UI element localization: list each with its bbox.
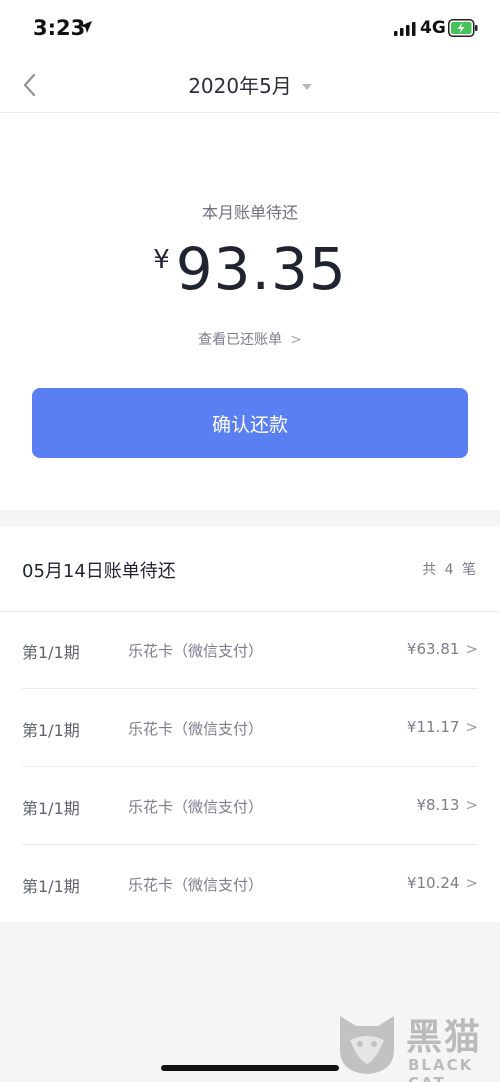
- bill-amount-value: ¥10.24: [406, 874, 460, 892]
- bill-amount-value: ¥63.81: [406, 640, 460, 658]
- view-paid-bills-label[interactable]: 查看已还账单: [198, 332, 282, 348]
- chevron-right-icon: >: [465, 874, 478, 892]
- bill-repayment-page: 3:23 4G 2020年5月 本月账单待还 ¥93.35 查看已还账单 > 确…: [0, 0, 500, 1082]
- bill-amount: ¥11.17 >: [407, 718, 478, 736]
- bill-amount: ¥63.81 >: [407, 640, 478, 658]
- bill-count: 共 4 笔: [422, 562, 478, 578]
- bill-description: 乐花卡（微信支付）: [128, 642, 264, 660]
- battery-charging-icon: [448, 19, 478, 37]
- currency-symbol: ¥: [153, 245, 170, 275]
- bill-list-header: 05月14日账单待还 共 4 笔: [0, 527, 500, 612]
- bill-period: 第1/1期: [22, 721, 80, 740]
- bill-description: 乐花卡（微信支付）: [128, 798, 264, 816]
- view-paid-bills-link[interactable]: 查看已还账单 >: [0, 329, 500, 349]
- bill-row[interactable]: 第1/1期 乐花卡（微信支付） ¥10.24 >: [0, 845, 500, 923]
- bill-period: 第1/1期: [22, 643, 80, 662]
- confirm-repayment-button[interactable]: 确认还款: [32, 388, 468, 458]
- monthly-summary-card: 本月账单待还 ¥93.35 查看已还账单 > 确认还款: [0, 113, 500, 510]
- nav-bar: 2020年5月: [0, 58, 500, 113]
- summary-label: 本月账单待还: [201, 203, 298, 222]
- bill-period: 第1/1期: [22, 877, 80, 896]
- bill-period: 第1/1期: [22, 799, 80, 818]
- bill-amount-value: ¥11.17: [406, 718, 460, 736]
- bill-description: 乐花卡（微信支付）: [128, 720, 264, 738]
- bill-row[interactable]: 第1/1期 乐花卡（微信支付） ¥8.13 >: [0, 767, 500, 845]
- chevron-right-icon: >: [465, 718, 478, 736]
- status-time: 3:23: [33, 16, 86, 40]
- watermark-en: BLACK CAT: [408, 1056, 474, 1082]
- chevron-right-icon: >: [465, 796, 478, 814]
- bill-amount-value: ¥8.13: [416, 796, 460, 814]
- network-type: 4G: [420, 18, 446, 38]
- bill-amount: ¥8.13 >: [416, 796, 478, 814]
- month-selector[interactable]: 2020年5月: [0, 70, 500, 99]
- caret-down-icon[interactable]: [301, 83, 312, 90]
- watermark: 黑猫 BLACK CAT: [336, 1008, 500, 1082]
- amount-due: 93.35: [175, 235, 347, 303]
- cellular-signal-icon: [394, 22, 416, 36]
- bill-date-title: 05月14日账单待还: [22, 561, 176, 582]
- bill-list: 05月14日账单待还 共 4 笔 第1/1期 乐花卡（微信支付） ¥63.81 >…: [0, 527, 500, 922]
- amount-row: ¥93.35: [0, 235, 500, 303]
- page-title[interactable]: 2020年5月: [188, 74, 292, 98]
- watermark-cn: 黑猫: [406, 1017, 483, 1058]
- home-indicator[interactable]: [161, 1065, 339, 1071]
- location-arrow-icon: [80, 21, 92, 33]
- status-bar: 3:23 4G: [0, 0, 500, 58]
- bill-amount: ¥10.24 >: [407, 874, 478, 892]
- bill-row[interactable]: 第1/1期 乐花卡（微信支付） ¥63.81 >: [0, 611, 500, 689]
- chevron-right-icon: >: [290, 332, 302, 348]
- black-cat-logo-icon: [340, 1016, 394, 1074]
- chevron-right-icon: >: [465, 640, 478, 658]
- bill-row[interactable]: 第1/1期 乐花卡（微信支付） ¥11.17 >: [0, 689, 500, 767]
- bill-description: 乐花卡（微信支付）: [128, 876, 264, 894]
